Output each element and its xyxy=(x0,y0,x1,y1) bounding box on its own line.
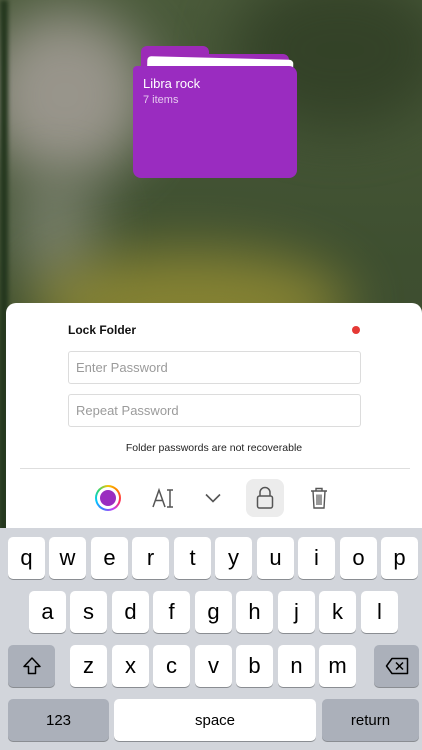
lock-folder-sheet: Lock Folder Folder passwords are not rec… xyxy=(6,303,422,528)
key-u[interactable]: u xyxy=(257,537,294,579)
key-y[interactable]: y xyxy=(215,537,252,579)
key-s[interactable]: s xyxy=(70,591,107,633)
key-p[interactable]: p xyxy=(381,537,418,579)
color-picker-icon xyxy=(95,485,121,511)
folder-item-count: 7 items xyxy=(143,94,179,106)
key-f[interactable]: f xyxy=(153,591,190,633)
key-a[interactable]: a xyxy=(29,591,66,633)
folder-name: Libra rock xyxy=(143,76,201,91)
recovery-note: Folder passwords are not recoverable xyxy=(125,442,303,454)
color-picker-button[interactable] xyxy=(89,479,127,517)
key-l[interactable]: l xyxy=(361,591,398,633)
divider xyxy=(20,468,410,469)
key-h[interactable]: h xyxy=(236,591,273,633)
delete-button[interactable] xyxy=(300,479,338,517)
font-icon xyxy=(152,487,173,508)
key-r[interactable]: r xyxy=(132,537,169,579)
key-k[interactable]: k xyxy=(319,591,356,633)
folder-card[interactable]: Libra rock 7 items xyxy=(133,46,297,178)
space-key[interactable]: space xyxy=(114,699,316,741)
key-c[interactable]: c xyxy=(153,645,190,687)
numbers-key[interactable]: 123 xyxy=(8,699,109,741)
password-input[interactable] xyxy=(68,351,361,384)
return-key[interactable]: return xyxy=(322,699,419,741)
key-z[interactable]: z xyxy=(70,645,107,687)
key-t[interactable]: t xyxy=(174,537,211,579)
key-x[interactable]: x xyxy=(112,645,149,687)
key-m[interactable]: m xyxy=(319,645,356,687)
key-w[interactable]: w xyxy=(49,537,86,579)
repeat-password-input[interactable] xyxy=(68,394,361,427)
key-o[interactable]: o xyxy=(340,537,377,579)
chevron-down-icon xyxy=(205,493,221,503)
font-button[interactable] xyxy=(144,479,182,517)
key-n[interactable]: n xyxy=(278,645,315,687)
key-d[interactable]: d xyxy=(112,591,149,633)
key-q[interactable]: q xyxy=(8,537,45,579)
key-j[interactable]: j xyxy=(278,591,315,633)
backspace-icon xyxy=(385,657,408,675)
keyboard: q w e r t y u i o p a s d f g h j k l z … xyxy=(0,528,422,750)
key-v[interactable]: v xyxy=(195,645,232,687)
shift-icon xyxy=(22,657,41,675)
key-b[interactable]: b xyxy=(236,645,273,687)
lock-icon xyxy=(256,486,274,509)
sheet-title: Lock Folder xyxy=(68,323,137,337)
lock-button[interactable] xyxy=(246,479,284,517)
key-g[interactable]: g xyxy=(195,591,232,633)
shift-key[interactable] xyxy=(8,645,55,687)
expand-button[interactable] xyxy=(194,479,232,517)
trash-icon xyxy=(311,487,327,509)
key-e[interactable]: e xyxy=(91,537,128,579)
delete-key[interactable] xyxy=(374,645,419,687)
status-dot xyxy=(352,326,360,334)
key-i[interactable]: i xyxy=(298,537,335,579)
